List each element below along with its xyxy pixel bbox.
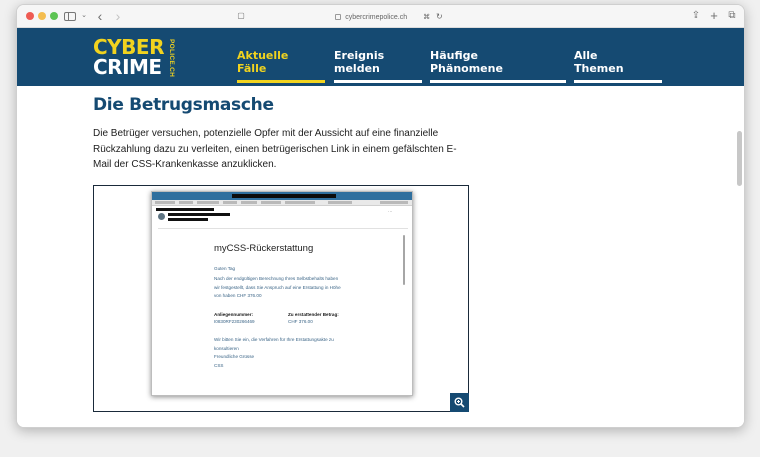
nav-label-line2: Phänomene [430,62,503,75]
email-greeting: Guten Tag [214,266,236,271]
nav-alle-themen[interactable]: Alle Themen [574,49,662,83]
email-ref-label: Anliegennummer: [214,312,254,317]
email-sender: CSS [214,362,224,368]
new-tab-icon[interactable]: + [708,8,720,24]
magnifier-plus-icon [454,397,465,408]
email-body: myCSS-Rückerstattung Guten Tag Nach der … [158,228,408,391]
redaction-bar [232,194,336,198]
zoom-button[interactable] [450,393,469,412]
minimize-window-button[interactable] [38,12,46,20]
sidebar-toggle-icon[interactable] [64,12,76,21]
site-logo[interactable]: CYBER CRIME POLICE.CH [93,37,185,79]
browser-toolbar: ⌄ ‹ › ▢ cybercrimepolice.ch ⌘ ↻ ⇪ + ⧉ [17,5,744,28]
reload-icon[interactable]: ↻ [436,12,443,21]
nav-label-line2: Fälle [237,62,267,75]
email-scrollbar [403,235,405,285]
lock-icon [335,14,342,21]
avatar [158,213,165,220]
translate-icon[interactable]: ⌘ [423,14,430,21]
forward-icon[interactable]: › [112,8,124,24]
nav-haeufige-phaenomene[interactable]: Häufige Phänomene [430,49,566,83]
chevron-down-icon[interactable]: ⌄ [79,8,89,24]
nav-label-line2: melden [334,62,380,75]
email-tab [285,201,315,204]
nav-ereignis-melden[interactable]: Ereignis melden [334,49,422,83]
logo-text-side: POLICE.CH [168,39,175,78]
address-bar[interactable]: cybercrimepolice.ch ⌘ ↻ [239,9,539,24]
email-signoff: Freundliche Grüsse [214,354,255,359]
nav-underline [237,80,325,83]
email-ref-value: I0830RF230266469 [214,319,255,324]
email-amount-value: CHF 376.00 [288,319,313,324]
phishing-email-figure[interactable]: ⋯ myCSS-Rückerstattung Guten Tag Nach de… [93,185,469,412]
email-tab [261,201,281,204]
back-icon[interactable]: ‹ [94,8,106,24]
nav-label-line1: Alle [574,49,598,62]
email-tab [380,201,408,204]
page-content: Die Betrugsmasche Die Betrüger versuchen… [17,86,744,427]
email-screenshot: ⋯ myCSS-Rückerstattung Guten Tag Nach de… [151,191,413,396]
nav-label-line1: Ereignis [334,49,385,62]
tab-overview-icon[interactable]: ⧉ [726,8,738,24]
browser-window: ⌄ ‹ › ▢ cybercrimepolice.ch ⌘ ↻ ⇪ + ⧉ CY… [16,4,745,428]
article-paragraph: Die Betrüger versuchen, potenzielle Opfe… [93,128,457,170]
email-header: ⋯ [152,206,412,228]
email-body-line: wir festgestellt, dass Sie Anspruch auf … [214,284,341,290]
email-tab [223,201,237,204]
logo-text-bottom: CRIME [93,55,162,79]
zoom-window-button[interactable] [50,12,58,20]
logo-text-top: CYBER [93,35,164,59]
email-tab [241,201,257,204]
nav-underline [430,80,566,83]
address-text: cybercrimepolice.ch [345,14,408,21]
nav-underline [574,80,662,83]
email-body-line: Nach der endgültigen Berechnung Ihres Se… [214,276,339,281]
email-amount-label: Zu erstattender Betrag: [288,312,339,317]
email-tab [155,201,175,204]
email-body-line: von haben CHF 376.00 [214,293,262,298]
email-tab [328,201,352,204]
email-closing-line: konsultieren [214,345,239,351]
email-tab [197,201,219,204]
email-tab [179,201,193,204]
nav-label-line2: Themen [574,62,624,75]
redaction-bar [156,208,214,211]
site-header: CYBER CRIME POLICE.CH Aktuelle Fälle Ere… [17,28,744,86]
close-window-button[interactable] [26,12,34,20]
nav-label-line1: Aktuelle [237,49,289,62]
redaction-bar [168,218,208,221]
nav-underline [334,80,422,83]
email-actions-icon: ⋯ [388,209,393,214]
email-closing-line: Wir bitten Sie ein, die Verfahren für Ih… [214,337,334,342]
page-heading: Die Betrugsmasche [93,95,274,115]
nav-label-line1: Häufige [430,49,478,62]
email-window-titlebar [152,192,412,200]
share-icon[interactable]: ⇪ [690,8,702,24]
nav-aktuelle-faelle[interactable]: Aktuelle Fälle [237,49,325,83]
page-scrollbar[interactable] [737,131,742,186]
redaction-bar [168,213,230,216]
email-title: myCSS-Rückerstattung [214,243,314,254]
